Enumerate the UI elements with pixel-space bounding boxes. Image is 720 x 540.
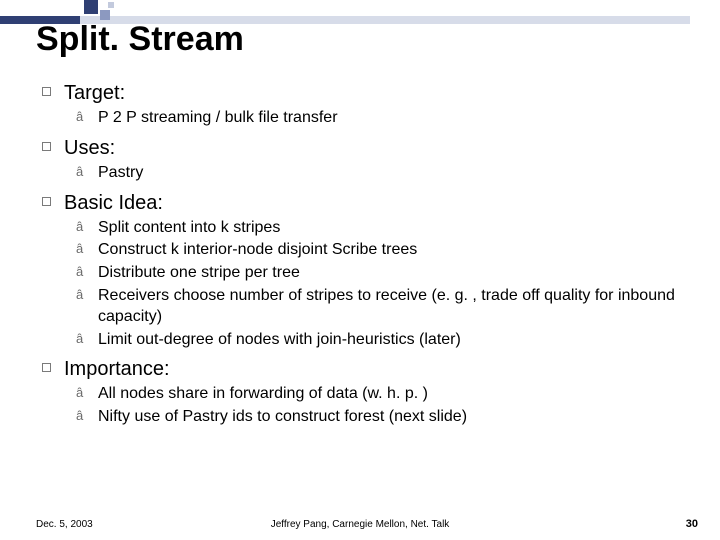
list-item: â Limit out-degree of nodes with join-he… (76, 330, 682, 351)
heading-text: Target: (64, 80, 125, 106)
arrow-bullet-icon: â (76, 264, 98, 285)
square-bullet-icon (42, 84, 64, 110)
item-text: Split content into k stripes (98, 218, 280, 239)
item-text: Distribute one stripe per tree (98, 263, 300, 284)
arrow-bullet-icon: â (76, 219, 98, 240)
list-item: â All nodes share in forwarding of data … (76, 384, 682, 405)
item-text: Receivers choose number of stripes to re… (98, 286, 682, 328)
list-item: â Receivers choose number of stripes to … (76, 286, 682, 328)
heading-text: Basic Idea: (64, 190, 163, 216)
item-text: Pastry (98, 163, 143, 184)
list-item: â Distribute one stripe per tree (76, 263, 682, 284)
list-item: â Pastry (76, 163, 682, 184)
arrow-bullet-icon: â (76, 287, 98, 329)
arrow-bullet-icon: â (76, 408, 98, 429)
list-item: â Construct k interior-node disjoint Scr… (76, 240, 682, 261)
slide-title: Split. Stream (36, 20, 244, 59)
footer-center: Jeffrey Pang, Carnegie Mellon, Net. Talk (0, 519, 720, 530)
arrow-bullet-icon: â (76, 385, 98, 406)
heading-text: Importance: (64, 356, 170, 382)
section-heading: Uses: (42, 135, 682, 161)
arrow-bullet-icon: â (76, 241, 98, 262)
square-bullet-icon (42, 194, 64, 220)
square-bullet-icon (42, 360, 64, 386)
section-heading: Importance: (42, 356, 682, 382)
item-text: All nodes share in forwarding of data (w… (98, 384, 428, 405)
item-text: Limit out-degree of nodes with join-heur… (98, 330, 461, 351)
footer-page-number: 30 (686, 518, 698, 530)
item-text: Nifty use of Pastry ids to construct for… (98, 407, 467, 428)
heading-text: Uses: (64, 135, 115, 161)
list-item: â Split content into k stripes (76, 218, 682, 239)
list-item: â Nifty use of Pastry ids to construct f… (76, 407, 682, 428)
square-bullet-icon (42, 139, 64, 165)
item-text: P 2 P streaming / bulk file transfer (98, 108, 338, 129)
slide-body: Target: â P 2 P streaming / bulk file tr… (42, 74, 682, 428)
item-text: Construct k interior-node disjoint Scrib… (98, 240, 417, 261)
section-heading: Basic Idea: (42, 190, 682, 216)
arrow-bullet-icon: â (76, 331, 98, 352)
list-item: â P 2 P streaming / bulk file transfer (76, 108, 682, 129)
arrow-bullet-icon: â (76, 164, 98, 185)
section-heading: Target: (42, 80, 682, 106)
arrow-bullet-icon: â (76, 109, 98, 130)
